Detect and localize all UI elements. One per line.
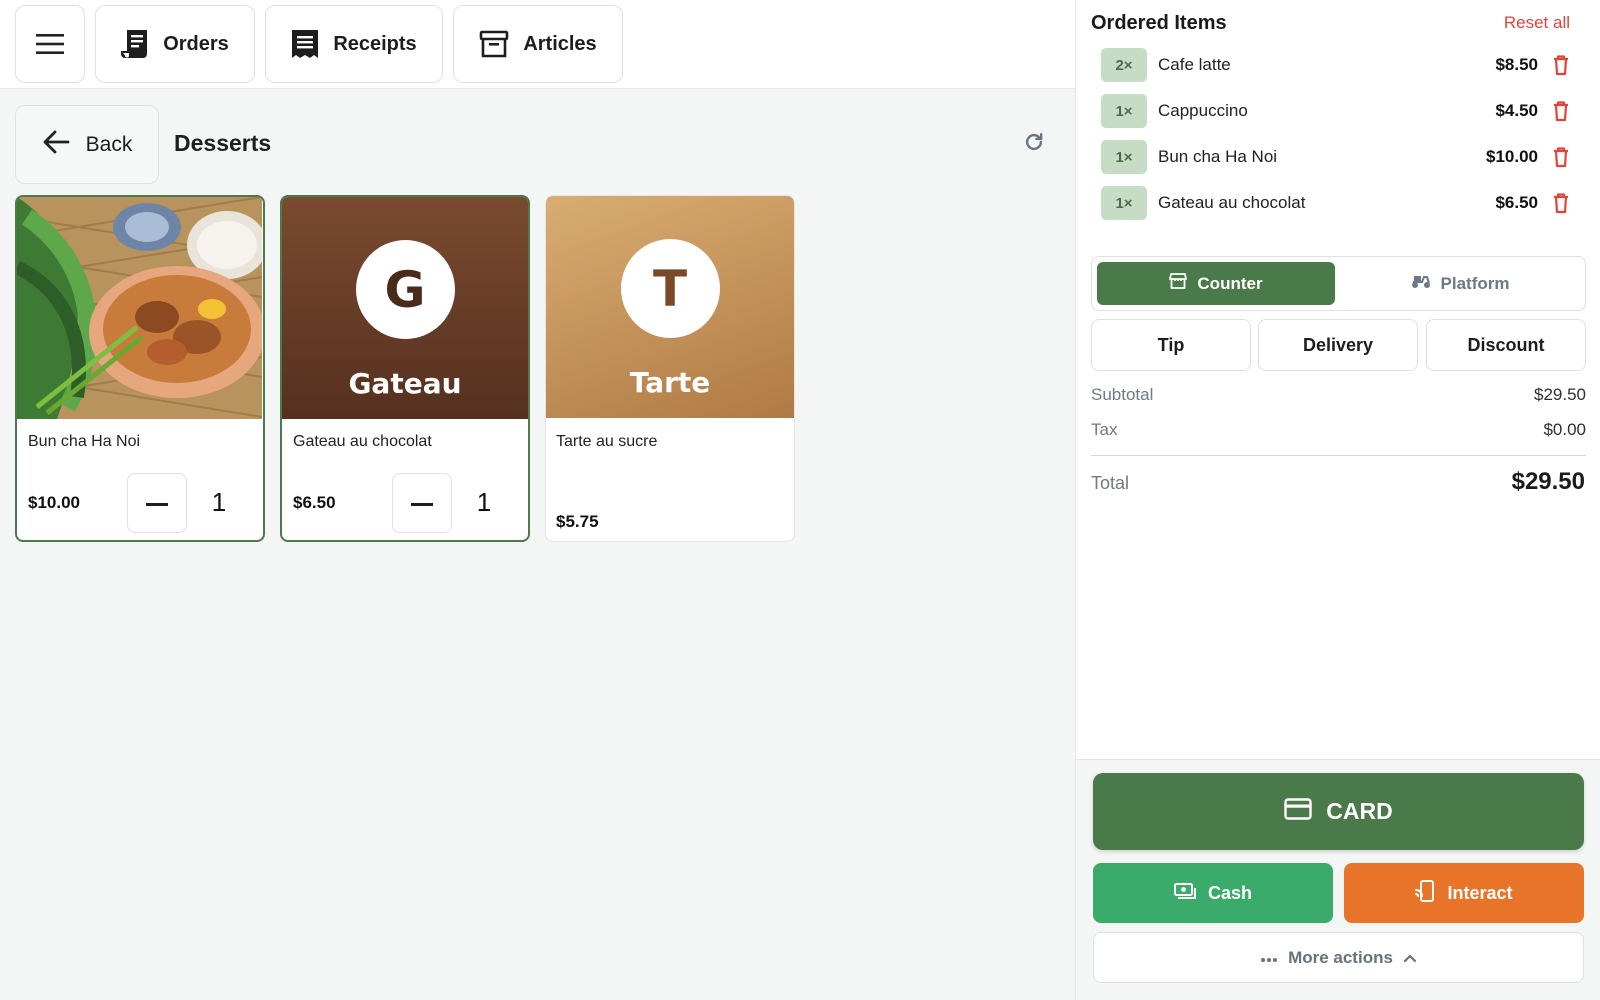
cash-payment-label: Cash — [1207, 882, 1252, 903]
item-quantity-badge: 2× — [1101, 48, 1147, 82]
order-line-item[interactable]: 1× Gateau au chocolat $6.50 — [1101, 186, 1571, 220]
subtotal-value: $29.50 — [1534, 385, 1586, 404]
item-price: $6.50 — [1495, 193, 1538, 212]
product-card-bun-cha[interactable]: Bun cha Ha Noi $10.00 1 — [15, 195, 265, 542]
total-label: Total — [1091, 473, 1130, 493]
item-name: Cafe latte — [1158, 55, 1231, 74]
product-quantity: 1 — [476, 487, 492, 517]
order-panel: Ordered Items Reset all 2× Cafe latte $8… — [1075, 0, 1600, 1000]
more-dots-icon — [1260, 948, 1278, 968]
product-price: $6.50 — [293, 493, 336, 512]
articles-tab[interactable]: Articles — [453, 5, 623, 83]
item-price: $4.50 — [1495, 101, 1538, 120]
back-button-label: Back — [85, 132, 133, 156]
trash-icon[interactable] — [1551, 146, 1571, 168]
back-button[interactable]: Back — [15, 105, 159, 184]
archive-box-icon — [479, 29, 509, 59]
articles-tab-label: Articles — [523, 32, 597, 55]
item-name: Cappuccino — [1158, 101, 1248, 120]
product-name: Tarte au sucre — [556, 433, 658, 450]
cash-icon — [1173, 882, 1196, 905]
counter-mode-button[interactable]: Counter — [1097, 262, 1335, 305]
receipt-list-icon — [291, 29, 319, 59]
product-name: Gateau au chocolat — [293, 433, 432, 450]
order-line-item[interactable]: 2× Cafe latte $8.50 — [1101, 48, 1571, 82]
product-price: $10.00 — [28, 493, 80, 512]
receipt-scroll-icon — [121, 28, 149, 60]
delivery-scooter-icon — [1411, 273, 1431, 294]
orders-tab[interactable]: Orders — [95, 5, 255, 83]
tax-row: Tax $0.00 — [1091, 420, 1586, 440]
arrow-left-icon — [42, 129, 70, 161]
tax-value: $0.00 — [1543, 420, 1586, 439]
counter-mode-label: Counter — [1197, 273, 1263, 293]
product-card-gateau[interactable]: G Gateau Gateau au chocolat $6.50 1 — [280, 195, 530, 542]
item-price: $8.50 — [1495, 55, 1538, 74]
item-name: Gateau au chocolat — [1158, 193, 1306, 212]
product-short-name: Tarte — [629, 366, 711, 399]
product-placeholder-image: G Gateau — [282, 197, 528, 419]
product-card-tarte[interactable]: T Tarte Tarte au sucre $5.75 — [545, 195, 795, 542]
interact-payment-button[interactable]: Interact — [1344, 863, 1584, 923]
trash-icon[interactable] — [1551, 100, 1571, 122]
product-photo — [17, 197, 263, 419]
credit-card-icon — [1284, 797, 1312, 826]
chevron-up-icon — [1403, 948, 1417, 968]
product-price: $5.75 — [556, 512, 599, 531]
item-name: Bun cha Ha Noi — [1158, 147, 1278, 166]
subtotal-label: Subtotal — [1091, 385, 1154, 404]
decrease-quantity-button[interactable] — [392, 473, 452, 533]
product-quantity: 1 — [211, 487, 227, 517]
receipts-tab[interactable]: Receipts — [265, 5, 443, 83]
refresh-icon — [1023, 131, 1045, 158]
card-payment-button[interactable]: CARD — [1093, 773, 1584, 850]
more-actions-label: More actions — [1288, 947, 1393, 967]
more-actions-button[interactable]: More actions — [1093, 932, 1584, 983]
refresh-button[interactable] — [1020, 130, 1048, 158]
delivery-button[interactable]: Delivery — [1258, 319, 1418, 371]
order-line-item[interactable]: 1× Cappuccino $4.50 — [1101, 94, 1571, 128]
order-line-item[interactable]: 1× Bun cha Ha Noi $10.00 — [1101, 140, 1571, 174]
subtotal-row: Subtotal $29.50 — [1091, 385, 1586, 405]
reset-all-button[interactable]: Reset all — [1504, 13, 1570, 33]
interact-payment-label: Interact — [1447, 882, 1513, 903]
ordered-items-title: Ordered Items — [1091, 12, 1227, 34]
product-short-name: Gateau — [348, 367, 462, 400]
platform-mode-label: Platform — [1440, 273, 1510, 293]
menu-button[interactable] — [15, 5, 85, 83]
product-initial: G — [355, 240, 455, 339]
orders-tab-label: Orders — [163, 32, 229, 55]
top-navigation-bar: Orders Receipts Articles — [0, 0, 1075, 89]
minus-icon — [411, 494, 433, 512]
category-title: Desserts — [174, 130, 272, 156]
trash-icon[interactable] — [1551, 192, 1571, 214]
total-value: $29.50 — [1511, 468, 1585, 495]
product-initial: T — [620, 239, 720, 338]
receipts-tab-label: Receipts — [333, 32, 417, 55]
contactless-terminal-icon — [1415, 879, 1435, 907]
item-quantity-badge: 1× — [1101, 94, 1147, 128]
category-header: Back Desserts — [0, 90, 1075, 190]
summary-divider — [1091, 455, 1586, 456]
payment-actions: CARD Cash Interact More actions — [1076, 759, 1600, 1000]
trash-icon[interactable] — [1551, 54, 1571, 76]
product-name: Bun cha Ha Noi — [28, 433, 141, 450]
card-payment-label: CARD — [1326, 798, 1393, 824]
order-mode-toggle: Counter Platform — [1091, 256, 1586, 311]
minus-icon — [146, 494, 168, 512]
item-price: $10.00 — [1486, 147, 1538, 166]
tax-label: Tax — [1091, 420, 1118, 439]
item-quantity-badge: 1× — [1101, 186, 1147, 220]
product-placeholder-image: T Tarte — [546, 196, 794, 418]
platform-mode-button[interactable]: Platform — [1340, 262, 1580, 305]
discount-button[interactable]: Discount — [1426, 319, 1586, 371]
item-quantity-badge: 1× — [1101, 140, 1147, 174]
decrease-quantity-button[interactable] — [127, 473, 187, 533]
storefront-icon — [1169, 272, 1188, 295]
cash-payment-button[interactable]: Cash — [1093, 863, 1333, 923]
hamburger-menu-icon — [35, 32, 65, 56]
tip-button[interactable]: Tip — [1091, 319, 1251, 371]
